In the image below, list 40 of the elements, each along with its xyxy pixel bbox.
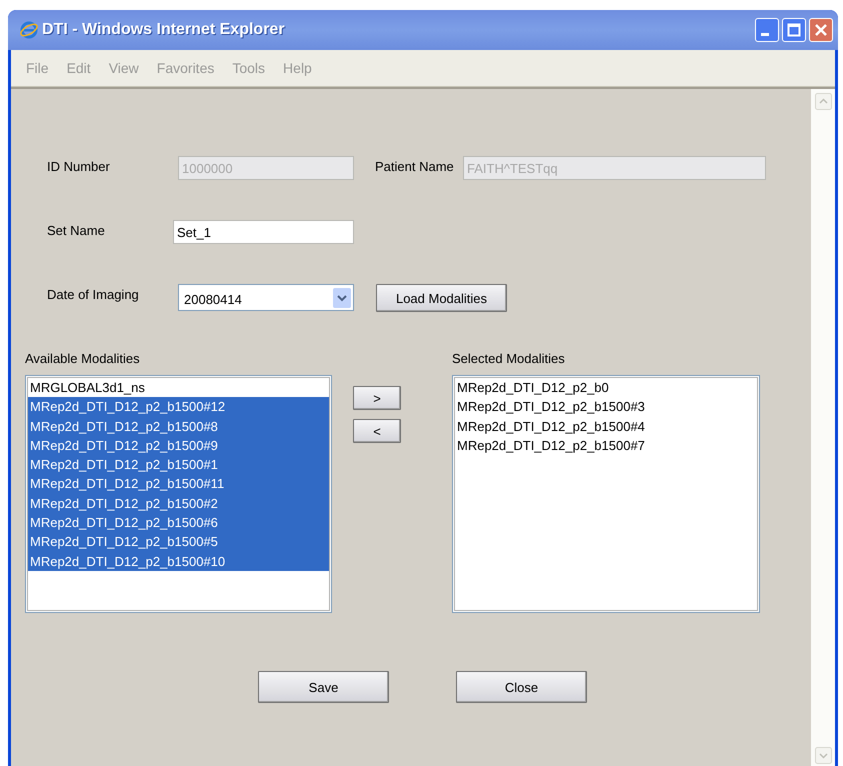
close-icon: [814, 23, 828, 37]
list-item[interactable]: MRep2d_DTI_D12_p2_b1500#10: [28, 552, 329, 571]
close-button[interactable]: [809, 18, 833, 42]
list-item[interactable]: MRep2d_DTI_D12_p2_b1500#5: [28, 532, 329, 552]
list-item[interactable]: MRep2d_DTI_D12_p2_b1500#3: [455, 397, 757, 417]
list-item[interactable]: MRep2d_DTI_D12_p2_b1500#6: [28, 513, 329, 532]
date-dropdown[interactable]: 20080414: [178, 284, 354, 311]
set-name-field[interactable]: Set_1: [173, 220, 354, 244]
minimize-icon: [761, 32, 769, 36]
list-item[interactable]: MRep2d_DTI_D12_p2_b1500#7: [455, 436, 757, 456]
browser-logo-icon: [20, 21, 38, 39]
scroll-up-icon: [814, 93, 832, 110]
list-item[interactable]: MRep2d_DTI_D12_p2_b1500#2: [28, 494, 329, 514]
field-label: ID Number: [47, 158, 111, 174]
move-button[interactable]: <: [353, 419, 401, 443]
scroll-down-icon: [814, 747, 832, 764]
list-item[interactable]: MRep2d_DTI_D12_p2_b1500#9: [28, 436, 329, 456]
list-item[interactable]: MRep2d_DTI_D12_p2_b1500#4: [455, 416, 757, 436]
list-item[interactable]: MRep2d_DTI_D12_p2_b0: [455, 378, 757, 398]
selected-modalities-list[interactable]: MRep2d_DTI_D12_p2_b0 MRep2d_DTI_D12_p2_b1500#3 MRep2d_DTI_D12_p2_b1500#4 MRep2d_DTI_D12_p2_b1500#7: [452, 375, 760, 613]
field-label: Date of Imaging: [47, 286, 140, 302]
load-modalities-button[interactable]: Load Modalities: [376, 284, 507, 312]
field-label: Patient Name: [375, 158, 455, 174]
dialog-button[interactable]: Close: [456, 671, 587, 703]
minimize-button[interactable]: [755, 18, 779, 42]
list-item[interactable]: MRep2d_DTI_D12_p2_b1500#8: [28, 416, 329, 436]
maximize-button[interactable]: [782, 18, 806, 42]
maximize-icon: [787, 23, 801, 37]
list-item[interactable]: MRep2d_DTI_D12_p2_b1500#1: [28, 455, 329, 474]
list-item[interactable]: MRep2d_DTI_D12_p2_b1500#12: [28, 397, 329, 417]
window-title: DTI - Windows Internet Explorer: [42, 21, 285, 39]
list-heading: Available Modalities: [25, 351, 141, 368]
list-item[interactable]: MRep2d_DTI_D12_p2_b1500#11: [28, 474, 329, 494]
dialog-button[interactable]: Save: [258, 671, 389, 703]
field-label: Set Name: [47, 222, 106, 238]
chevron-down-icon: [333, 288, 351, 308]
move-button[interactable]: >: [353, 386, 401, 410]
available-modalities-list[interactable]: [25, 375, 332, 613]
list-heading: Selected Modalities: [452, 351, 566, 368]
list-item[interactable]: MRGLOBAL3d1_ns: [28, 378, 329, 398]
